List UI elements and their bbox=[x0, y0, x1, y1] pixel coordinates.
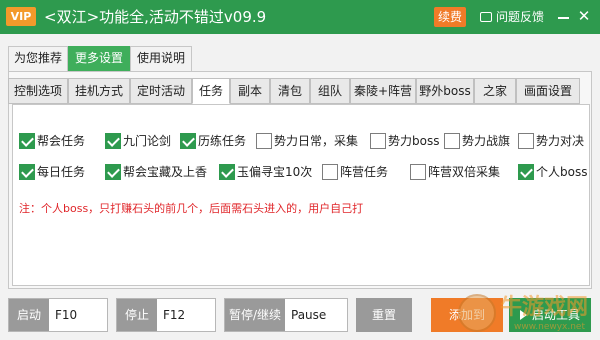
checkbox-box bbox=[105, 164, 121, 180]
pause-resume-button[interactable]: 暂停/继续 bbox=[225, 299, 285, 331]
pause-hotkey-group: 暂停/继续 bbox=[224, 298, 348, 332]
chat-bubble-icon bbox=[480, 12, 492, 22]
stop-button[interactable]: 停止 bbox=[117, 299, 157, 331]
feedback-label: 问题反馈 bbox=[496, 10, 545, 24]
app-title: <双江>功能全,活动不错过v09.9 bbox=[44, 8, 267, 26]
tab-control-options[interactable]: 控制选项 bbox=[8, 78, 68, 104]
tab-instructions[interactable]: 使用说明 bbox=[130, 46, 192, 71]
checkbox-guild-task[interactable]: 帮会任务 bbox=[19, 131, 97, 151]
checkbox-box bbox=[370, 133, 386, 149]
checkbox-training-task[interactable]: 历练任务 bbox=[180, 131, 258, 151]
tab-team[interactable]: 组队 bbox=[310, 78, 350, 104]
start-button[interactable]: 启动 bbox=[9, 299, 49, 331]
checkbox-box bbox=[19, 164, 35, 180]
pause-hotkey-input[interactable] bbox=[286, 300, 347, 330]
checkbox-personal-boss[interactable]: 个人boss bbox=[518, 162, 588, 182]
checkbox-box bbox=[180, 133, 196, 149]
renew-button[interactable]: 续费 bbox=[434, 7, 466, 27]
reset-button[interactable]: 重置 bbox=[356, 298, 412, 332]
checkbox-box bbox=[256, 133, 272, 149]
tab-recommend[interactable]: 为您推荐 bbox=[8, 46, 68, 71]
tab-clear-bag[interactable]: 清包 bbox=[270, 78, 310, 104]
checkbox-box bbox=[410, 164, 426, 180]
start-hotkey-input[interactable] bbox=[50, 300, 107, 330]
checkbox-jiumen-duel[interactable]: 九门论剑 bbox=[105, 131, 183, 151]
tab-dungeons[interactable]: 副本 bbox=[230, 78, 270, 104]
checkbox-faction-duel[interactable]: 势力对决 bbox=[518, 131, 588, 151]
tab-field-boss[interactable]: 野外boss bbox=[416, 78, 474, 104]
stop-hotkey-input[interactable] bbox=[158, 300, 215, 330]
checkbox-box bbox=[518, 133, 534, 149]
tab-idle-mode[interactable]: 挂机方式 bbox=[68, 78, 130, 104]
tab-scheduled-events[interactable]: 定时活动 bbox=[130, 78, 192, 104]
tab-tasks[interactable]: 任务 bbox=[192, 78, 230, 104]
checkbox-box bbox=[322, 164, 338, 180]
checkbox-faction-daily[interactable]: 势力日常，采集 bbox=[256, 131, 366, 151]
tab-qinling-faction[interactable]: 秦陵+阵营 bbox=[350, 78, 416, 104]
launch-tool-button[interactable]: 启动工具 bbox=[509, 298, 591, 332]
title-bar: VIP <双江>功能全,活动不错过v09.9 续费 问题反馈 ✕ bbox=[0, 0, 600, 34]
checkbox-box bbox=[219, 164, 235, 180]
checkbox-camp-task[interactable]: 阵营任务 bbox=[322, 162, 402, 182]
tab-home[interactable]: 之家 bbox=[474, 78, 516, 104]
checkbox-box bbox=[444, 133, 460, 149]
checkbox-guild-treasure-incense[interactable]: 帮会宝藏及上香 bbox=[105, 162, 217, 182]
add-to-button[interactable]: 添加到 bbox=[431, 298, 503, 332]
play-icon bbox=[519, 310, 527, 320]
checkbox-box bbox=[19, 133, 35, 149]
start-hotkey-group: 启动 bbox=[8, 298, 108, 332]
close-button[interactable]: ✕ bbox=[576, 5, 592, 27]
checkbox-faction-banner[interactable]: 势力战旗 bbox=[444, 131, 514, 151]
feedback-link[interactable]: 问题反馈 bbox=[480, 8, 544, 26]
checkbox-box bbox=[105, 133, 121, 149]
launch-tool-label: 启动工具 bbox=[531, 308, 580, 322]
tab-more-settings[interactable]: 更多设置 bbox=[68, 46, 130, 71]
stop-hotkey-group: 停止 bbox=[116, 298, 216, 332]
personal-boss-note: 注：个人boss，只打赚石头的前几个，后面需石头进入的，用户自己打 bbox=[19, 202, 364, 215]
checkbox-camp-double-gather[interactable]: 阵营双倍采集 bbox=[410, 162, 514, 182]
tasks-content: 帮会任务 九门论剑 历练任务 势力日常，采集 势力boss 势力战旗 势力对决 … bbox=[12, 104, 590, 286]
checkbox-faction-boss[interactable]: 势力boss bbox=[370, 131, 442, 151]
tab-display-settings[interactable]: 画面设置 bbox=[516, 78, 580, 104]
vip-badge: VIP bbox=[6, 7, 36, 26]
minimize-button[interactable] bbox=[557, 7, 571, 27]
checkbox-box bbox=[518, 164, 534, 180]
checkbox-daily-task[interactable]: 每日任务 bbox=[19, 162, 97, 182]
checkbox-jade-treasure-hunt[interactable]: 玉偏寻宝10次 bbox=[219, 162, 319, 182]
